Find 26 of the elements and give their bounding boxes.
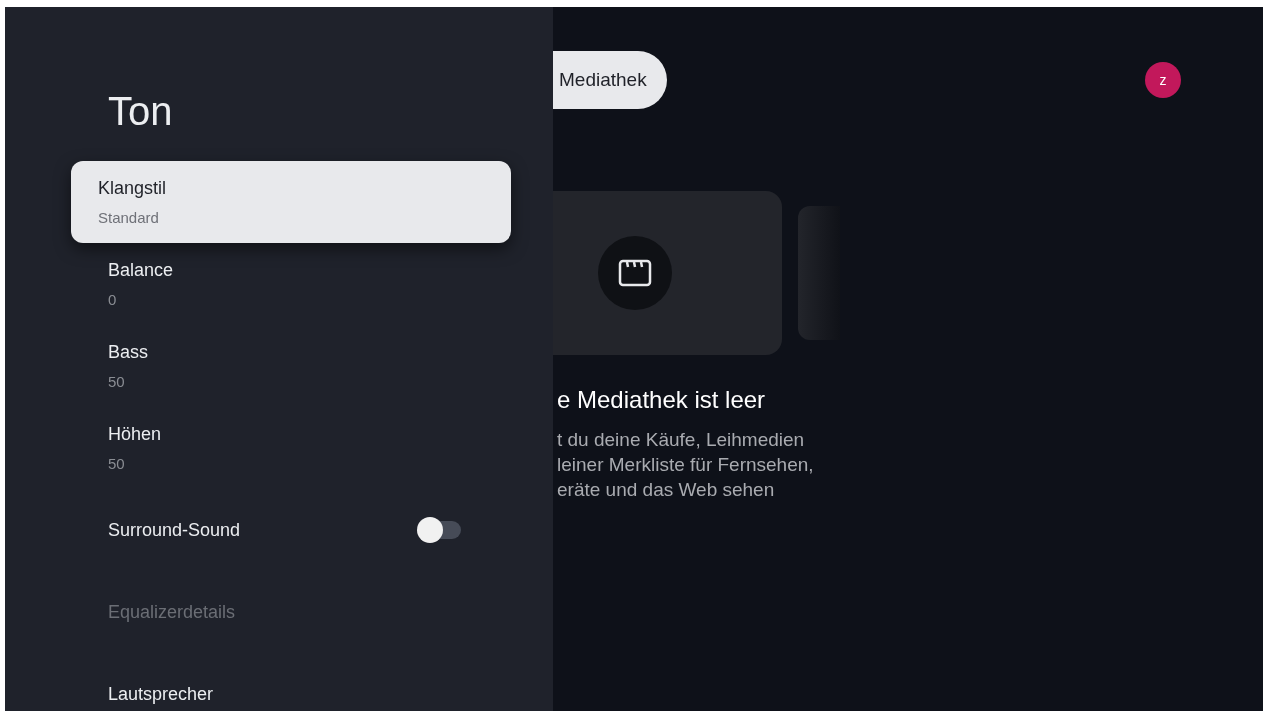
empty-description: t du deine Käufe, Leihmedien [557,428,806,452]
setting-label: Lautsprecher [108,683,214,705]
toggle-switch[interactable] [417,517,461,543]
tab-button[interactable]: Mediathek [553,51,667,109]
setting-value: 50 [108,373,126,391]
setting-label: Surround-Sound [108,519,241,541]
empty-description: leiner Merkliste für Fernsehen, [557,453,815,477]
settings-row[interactable]: Klangstil Standard [71,161,511,243]
settings-row[interactable]: Lautsprecher [71,653,511,711]
setting-label: Bass [108,341,149,363]
setting-label: Equalizerdetails [108,601,236,623]
setting-label: Höhen [108,423,162,445]
settings-row[interactable]: Höhen 50 [71,407,511,489]
clapperboard-icon [618,259,652,287]
empty-description: eräte und das Web sehen [557,478,776,502]
setting-label: Klangstil [98,177,167,199]
setting-value: Standard [98,209,160,227]
profile-avatar[interactable]: z [1145,62,1181,98]
settings-row[interactable]: Surround-Sound [71,489,511,571]
setting-label: Balance [108,259,174,281]
settings-row[interactable]: Balance 0 [71,243,511,325]
setting-value: 0 [108,291,118,309]
setting-value: 50 [108,455,126,473]
settings-row[interactable]: Bass 50 [71,325,511,407]
panel-title: Ton [108,89,173,133]
empty-heading: e Mediathek ist leer [557,385,767,415]
